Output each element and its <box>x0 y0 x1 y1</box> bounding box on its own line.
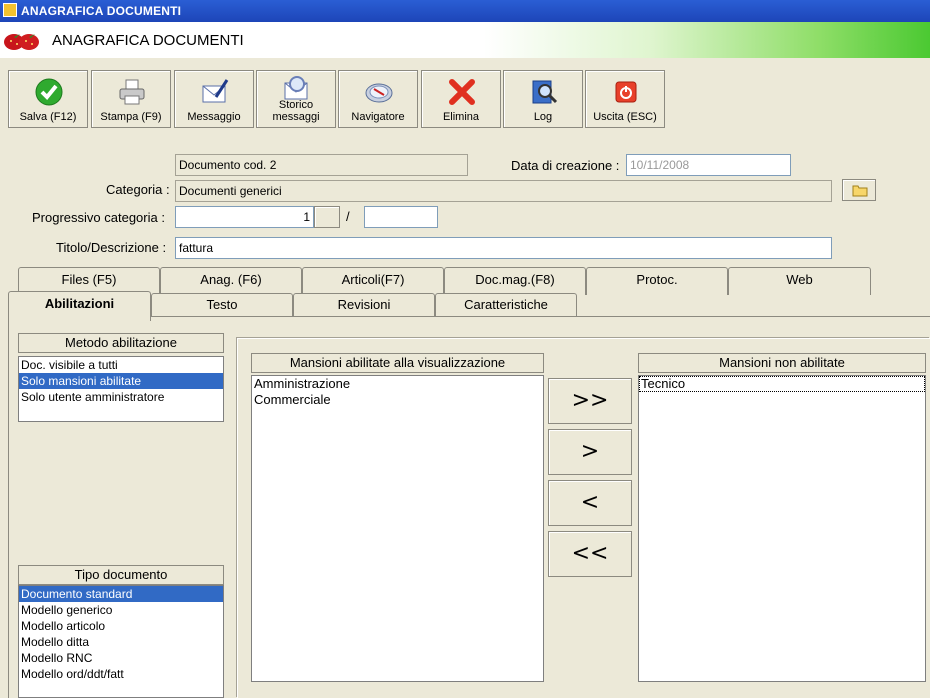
browse-category-button[interactable] <box>842 179 876 201</box>
log-label: Log <box>533 111 553 123</box>
strawberry-icon <box>4 34 39 50</box>
list-item[interactable]: Amministrazione <box>252 376 543 392</box>
header-band: ANAGRAFICA DOCUMENTI <box>0 22 930 58</box>
tab-web[interactable]: Web <box>728 267 871 295</box>
print-label: Stampa (F9) <box>100 111 162 123</box>
navigator-label: Navigatore <box>351 111 405 123</box>
tab-articoli[interactable]: Articoli(F7) <box>302 267 444 295</box>
category-field[interactable]: Documenti generici <box>175 180 832 202</box>
title-label: Titolo/Descrizione : <box>56 240 167 255</box>
save-button[interactable]: Salva (F12) <box>8 70 88 128</box>
progressive-field[interactable]: 1 <box>175 206 314 228</box>
log-button[interactable]: Log <box>503 70 583 128</box>
tab-panel-left-border <box>8 316 9 698</box>
category-label: Categoria : <box>106 182 170 197</box>
tipo-header: Tipo documento <box>18 565 224 585</box>
list-item[interactable]: Modello ord/ddt/fatt <box>19 666 223 682</box>
exit-button[interactable]: Uscita (ESC) <box>585 70 665 128</box>
tab-testo[interactable]: Testo <box>151 293 293 317</box>
delete-icon <box>449 79 475 105</box>
toolbar: Salva (F12) Stampa (F9) Messaggio Storic… <box>6 68 930 130</box>
progressive-lookup-button[interactable] <box>314 206 340 228</box>
list-item[interactable]: Tecnico <box>639 376 925 392</box>
check-icon <box>35 78 63 106</box>
move-all-right-button[interactable]: >> <box>548 378 632 424</box>
folder-icon <box>852 185 868 197</box>
message-history-label: Storico messaggi <box>272 99 320 123</box>
non-abilitate-header: Mansioni non abilitate <box>638 353 926 373</box>
document-code-field: Documento cod. 2 <box>175 154 468 176</box>
list-item[interactable]: Commerciale <box>252 392 543 408</box>
tab-revisioni[interactable]: Revisioni <box>293 293 435 317</box>
move-left-button[interactable]: < <box>548 480 632 526</box>
metodo-list[interactable]: Doc. visibile a tutti Solo mansioni abil… <box>18 356 224 422</box>
window-title-bar[interactable]: ANAGRAFICA DOCUMENTI <box>0 0 930 22</box>
progressive-label: Progressivo categoria : <box>32 210 165 225</box>
tab-anag[interactable]: Anag. (F6) <box>160 267 302 295</box>
log-icon <box>532 80 558 104</box>
navigator-button[interactable]: Navigatore <box>338 70 418 128</box>
abilitate-list[interactable]: Amministrazione Commerciale <box>251 375 544 682</box>
move-all-left-button[interactable]: << <box>548 531 632 577</box>
list-item[interactable]: Documento standard <box>19 586 223 602</box>
save-label: Salva (F12) <box>19 111 77 123</box>
printer-icon <box>119 79 145 105</box>
message-label: Messaggio <box>187 111 241 123</box>
header-title: ANAGRAFICA DOCUMENTI <box>52 32 244 49</box>
print-button[interactable]: Stampa (F9) <box>91 70 171 128</box>
tab-docmag[interactable]: Doc.mag.(F8) <box>444 267 586 295</box>
exit-label: Uscita (ESC) <box>593 111 657 123</box>
list-item[interactable]: Solo mansioni abilitate <box>19 373 223 389</box>
list-item[interactable]: Doc. visibile a tutti <box>19 357 223 373</box>
list-item[interactable]: Modello RNC <box>19 650 223 666</box>
tab-caratteristiche[interactable]: Caratteristiche <box>435 293 577 317</box>
delete-label: Elimina <box>442 111 480 123</box>
abilitate-header: Mansioni abilitate alla visualizzazione <box>251 353 544 373</box>
move-right-button[interactable]: > <box>548 429 632 475</box>
navigator-icon <box>365 83 393 103</box>
non-abilitate-list[interactable]: Tecnico <box>638 375 926 682</box>
list-item[interactable]: Modello ditta <box>19 634 223 650</box>
list-item[interactable]: Modello articolo <box>19 618 223 634</box>
envelope-pen-icon <box>202 79 229 103</box>
progressive-separator: / <box>346 209 350 224</box>
exit-icon <box>615 81 637 103</box>
list-item[interactable]: Modello generico <box>19 602 223 618</box>
metodo-header: Metodo abilitazione <box>18 333 224 353</box>
list-item[interactable]: Solo utente amministratore <box>19 389 223 405</box>
tab-protoc[interactable]: Protoc. <box>586 267 728 295</box>
tipo-list[interactable]: Documento standard Modello generico Mode… <box>18 585 224 698</box>
tab-abilitazioni[interactable]: Abilitazioni <box>8 291 151 321</box>
message-history-button[interactable]: Storico messaggi <box>256 70 336 128</box>
progressive-suffix-field[interactable] <box>364 206 438 228</box>
title-field[interactable]: fattura <box>175 237 832 259</box>
creation-date-field[interactable]: 10/11/2008 <box>626 154 791 176</box>
creation-date-label: Data di creazione : <box>511 158 620 173</box>
app-icon <box>3 3 17 17</box>
message-button[interactable]: Messaggio <box>174 70 254 128</box>
window-title: ANAGRAFICA DOCUMENTI <box>21 4 182 18</box>
delete-button[interactable]: Elimina <box>421 70 501 128</box>
